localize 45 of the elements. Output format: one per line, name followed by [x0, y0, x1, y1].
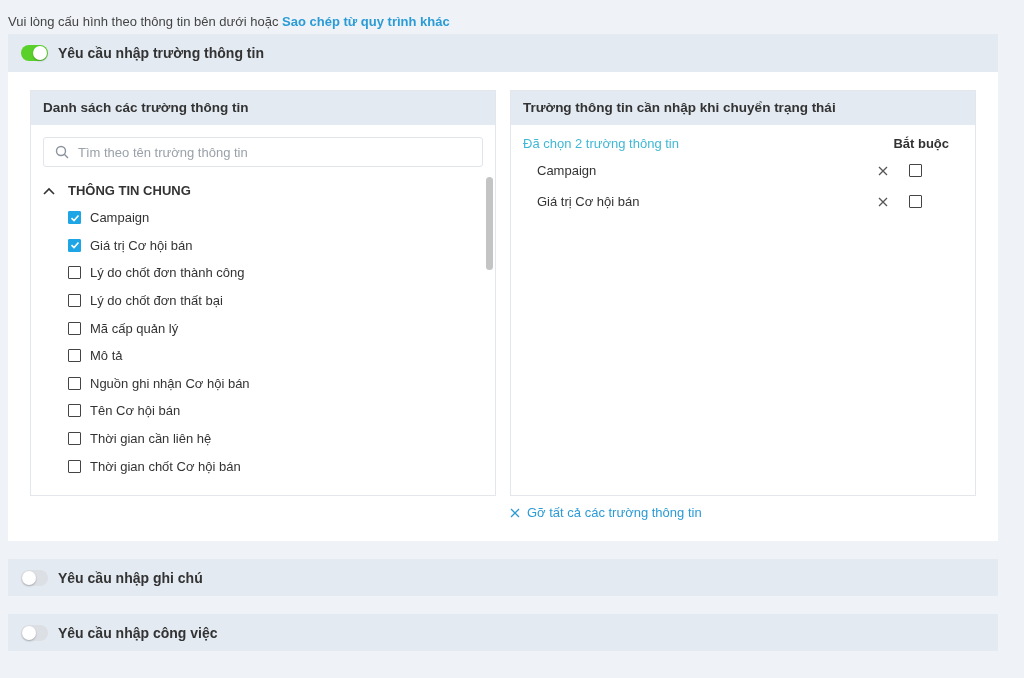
required-column-header: Bắt buộc [893, 136, 949, 151]
panel-title: Trường thông tin cần nhập khi chuyển trạng thái [511, 91, 975, 125]
instruction-text: Vui lòng cấu hình theo thông tin bên dưới hoặc Sao chép từ quy trình khác [8, 13, 451, 31]
checkbox[interactable] [68, 238, 81, 252]
close-icon [510, 507, 520, 518]
toggle-switch[interactable] [21, 569, 48, 586]
chevron-up-icon[interactable] [43, 186, 55, 195]
close-icon[interactable] [878, 165, 888, 176]
checkbox[interactable] [68, 432, 81, 446]
checkbox[interactable] [68, 266, 81, 280]
search-icon [55, 145, 69, 159]
search-field[interactable]: Tìm theo tên trường thông tin [43, 137, 483, 167]
field-label: Lý do chốt đơn thành công [90, 265, 245, 281]
field-label: Mô tả [90, 348, 123, 364]
close-icon[interactable] [878, 196, 888, 207]
checkbox[interactable] [68, 404, 81, 418]
field-label: Campaign [90, 210, 150, 226]
scrollbar[interactable] [486, 177, 493, 270]
selected-field-label: Campaign [537, 163, 598, 178]
toggle-switch[interactable] [21, 624, 48, 641]
field-label: Lý do chốt đơn thất bại [90, 293, 223, 309]
checkbox[interactable] [68, 376, 81, 390]
selected-field-label: Giá trị Cơ hội bán [537, 194, 641, 209]
copy-link[interactable]: Sao chép từ quy trình khác [282, 14, 450, 29]
toggle-switch[interactable] [21, 45, 48, 61]
checkbox[interactable] [68, 211, 81, 225]
checkbox[interactable] [68, 459, 81, 473]
field-label: Thời gian chốt Cơ hội bán [90, 458, 241, 474]
clear-all-link[interactable]: Gỡ tất cả các trường thông tin [510, 505, 702, 520]
panel-title: Danh sách các trường thông tin [31, 91, 495, 125]
section-title: Yêu cầu nhập trường thông tin [58, 45, 264, 61]
required-checkbox[interactable] [909, 164, 922, 177]
group-title: THÔNG TIN CHUNG [68, 183, 191, 198]
selected-count: Đã chọn 2 trường thông tin [523, 136, 679, 151]
section-title: Yêu cầu nhập ghi chú [58, 569, 203, 586]
field-label: Nguồn ghi nhận Cơ hội bán [90, 375, 250, 391]
field-label: Giá trị Cơ hội bán [90, 237, 193, 253]
checkbox[interactable] [68, 349, 81, 363]
field-label: Thời gian cần liên hệ [90, 431, 212, 447]
checkbox[interactable] [68, 321, 81, 335]
section-title: Yêu cầu nhập công việc [58, 624, 218, 641]
field-label: Tên Cơ hội bán [90, 403, 181, 419]
field-label: Mã cấp quản lý [90, 320, 179, 336]
required-checkbox[interactable] [909, 195, 922, 208]
checkbox[interactable] [68, 294, 81, 308]
